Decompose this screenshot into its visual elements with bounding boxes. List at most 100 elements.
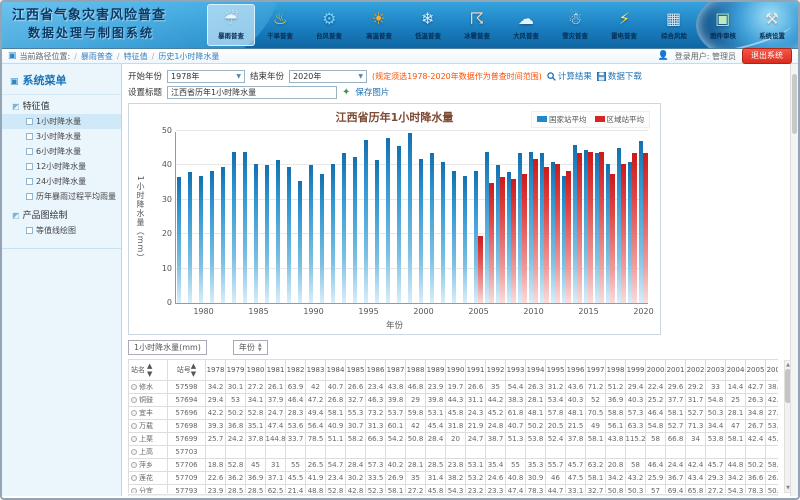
column-header-year[interactable]: 1987 xyxy=(386,359,406,381)
column-header-year[interactable]: 2006 xyxy=(766,359,778,381)
row-expand-icon[interactable] xyxy=(131,436,137,442)
toolbar-item-typhoon[interactable]: ⚙台风普查 xyxy=(305,4,353,46)
column-header-station-id[interactable]: 站号▲▼ xyxy=(168,359,206,381)
column-header-year[interactable]: 1997 xyxy=(586,359,606,381)
row-expand-icon[interactable] xyxy=(131,462,137,468)
row-expand-icon[interactable] xyxy=(131,384,137,390)
column-header-year[interactable]: 1981 xyxy=(266,359,286,381)
station-name-cell[interactable]: 修水 xyxy=(128,381,168,394)
column-header-year[interactable]: 1995 xyxy=(546,359,566,381)
station-name-cell[interactable]: 铜鼓 xyxy=(128,394,168,407)
toolbar-item-map-review[interactable]: ▣图件审核 xyxy=(699,4,747,46)
sidebar-group-label[interactable]: ◩特征值 xyxy=(2,95,121,114)
station-name-cell[interactable]: 萍乡 xyxy=(128,459,168,472)
column-header-year[interactable]: 1990 xyxy=(446,359,466,381)
row-expand-icon[interactable] xyxy=(131,449,137,455)
calculate-button[interactable]: 计算结果 xyxy=(547,70,592,82)
toolbar-item-snow[interactable]: ☃雪灾普查 xyxy=(551,4,599,46)
bar-national-1978 xyxy=(177,177,182,303)
toolbar-item-hail[interactable]: ☈冰雹普查 xyxy=(453,4,501,46)
value-cell: 25.7 xyxy=(206,433,226,446)
column-header-year[interactable]: 1992 xyxy=(486,359,506,381)
breadcrumb-item[interactable]: 特征值 xyxy=(124,52,148,61)
column-header-year[interactable]: 1982 xyxy=(286,359,306,381)
row-expand-icon[interactable] xyxy=(131,475,137,481)
column-header-year[interactable]: 1999 xyxy=(626,359,646,381)
column-header-year[interactable]: 2001 xyxy=(666,359,686,381)
toolbar-item-low-temp[interactable]: ❄低温普查 xyxy=(404,4,452,46)
column-header-station-name[interactable]: 站名▲▼ xyxy=(128,359,168,381)
download-disk-icon xyxy=(597,72,606,81)
value-cell: 40.3 xyxy=(566,394,586,407)
sidebar-group-label[interactable]: ◩产品图绘制 xyxy=(2,204,121,223)
column-header-year[interactable]: 1989 xyxy=(426,359,446,381)
column-header-year[interactable]: 1983 xyxy=(306,359,326,381)
breadcrumb-item[interactable]: 暴雨普查 xyxy=(81,52,113,61)
station-name-cell[interactable]: 上高 xyxy=(128,446,168,459)
sidebar-item-3小时降水量[interactable]: 3小时降水量 xyxy=(2,129,121,144)
start-year-select[interactable]: 1978年▼ xyxy=(167,70,245,83)
value-cell: 21.5 xyxy=(566,420,586,433)
column-header-year[interactable]: 1994 xyxy=(526,359,546,381)
station-name-cell[interactable]: 万载 xyxy=(128,420,168,433)
column-header-year[interactable]: 1984 xyxy=(326,359,346,381)
row-expand-icon[interactable] xyxy=(131,397,137,403)
data-download-button[interactable]: 数据下载 xyxy=(597,70,642,82)
column-header-year[interactable]: 1980 xyxy=(246,359,266,381)
column-header-year[interactable]: 2003 xyxy=(706,359,726,381)
scrollbar-thumb[interactable] xyxy=(792,74,797,134)
metric-selector[interactable]: 1小时降水量(mm) xyxy=(128,340,207,355)
year-sort-selector[interactable]: 年份 ▲▼ xyxy=(233,340,268,355)
chart-panel: 江西省历年1小时降水量 国家站平均区域站平均 1小时降水量（mm） 010203… xyxy=(128,103,661,335)
breadcrumb-item[interactable]: 历史1小时降水量 xyxy=(158,52,219,61)
station-name-cell[interactable]: 分宜 xyxy=(128,485,168,493)
y-axis-tick: 40 xyxy=(154,160,172,169)
lightning-icon: ⚡ xyxy=(601,6,647,31)
toolbar-item-lightning[interactable]: ⚡雷电普查 xyxy=(600,4,648,46)
column-header-year[interactable]: 1998 xyxy=(606,359,626,381)
value-cell xyxy=(686,446,706,459)
station-name-cell[interactable]: 莲花 xyxy=(128,472,168,485)
save-image-button[interactable]: 保存图片 xyxy=(355,86,389,98)
row-expand-icon[interactable] xyxy=(131,410,137,416)
column-header-year[interactable]: 1979 xyxy=(226,359,246,381)
sidebar-item-历年暴雨过程平均雨量[interactable]: 历年暴雨过程平均雨量 xyxy=(2,189,121,204)
end-year-select[interactable]: 2020年▼ xyxy=(289,70,367,83)
sidebar-item-等值线绘图[interactable]: 等值线绘图 xyxy=(2,223,121,238)
page-vertical-scrollbar[interactable] xyxy=(790,64,798,496)
column-header-year[interactable]: 1988 xyxy=(406,359,426,381)
toolbar-item-settings[interactable]: ⚒系统设置 xyxy=(748,4,796,46)
column-header-year[interactable]: 1996 xyxy=(566,359,586,381)
value-cell xyxy=(506,446,526,459)
column-header-year[interactable]: 1986 xyxy=(366,359,386,381)
sidebar-item-12小时降水量[interactable]: 12小时降水量 xyxy=(2,159,121,174)
legend-swatch xyxy=(537,116,547,122)
chart-title-input[interactable] xyxy=(167,86,337,99)
horizontal-scrollbar[interactable] xyxy=(128,494,778,496)
column-header-year[interactable]: 1991 xyxy=(466,359,486,381)
column-header-year[interactable]: 1985 xyxy=(346,359,366,381)
sidebar-item-1小时降水量[interactable]: 1小时降水量 xyxy=(2,114,121,129)
column-header-year[interactable]: 2002 xyxy=(686,359,706,381)
toolbar-item-high-temp[interactable]: ☀高温普查 xyxy=(355,4,403,46)
station-name-cell[interactable]: 宜丰 xyxy=(128,407,168,420)
column-header-year[interactable]: 2005 xyxy=(746,359,766,381)
toolbar-item-drought[interactable]: ♨干旱普查 xyxy=(256,4,304,46)
column-header-year[interactable]: 1993 xyxy=(506,359,526,381)
station-name-cell[interactable]: 上栗 xyxy=(128,433,168,446)
column-header-year[interactable]: 1978 xyxy=(206,359,226,381)
logged-in-user-label: 登录用户: 管理员 xyxy=(675,51,736,62)
toolbar-item-gale[interactable]: ☁大风普查 xyxy=(502,4,550,46)
toolbar-item-rainstorm[interactable]: ☔暴雨普查 xyxy=(207,4,255,46)
toolbar-item-calculator[interactable]: ▦综合风险 xyxy=(650,4,698,46)
value-cell: 47.4 xyxy=(266,420,286,433)
column-header-year[interactable]: 2004 xyxy=(726,359,746,381)
sidebar-item-6小时降水量[interactable]: 6小时降水量 xyxy=(2,144,121,159)
row-expand-icon[interactable] xyxy=(131,423,137,429)
row-expand-icon[interactable] xyxy=(131,488,137,493)
sidebar-item-24小时降水量[interactable]: 24小时降水量 xyxy=(2,174,121,189)
value-cell: 34.1 xyxy=(246,394,266,407)
table-row: 上栗5769925.724.237.8144.833.778.551.158.2… xyxy=(128,433,778,446)
column-header-year[interactable]: 2000 xyxy=(646,359,666,381)
logout-button[interactable]: 退出系统 xyxy=(742,48,792,64)
